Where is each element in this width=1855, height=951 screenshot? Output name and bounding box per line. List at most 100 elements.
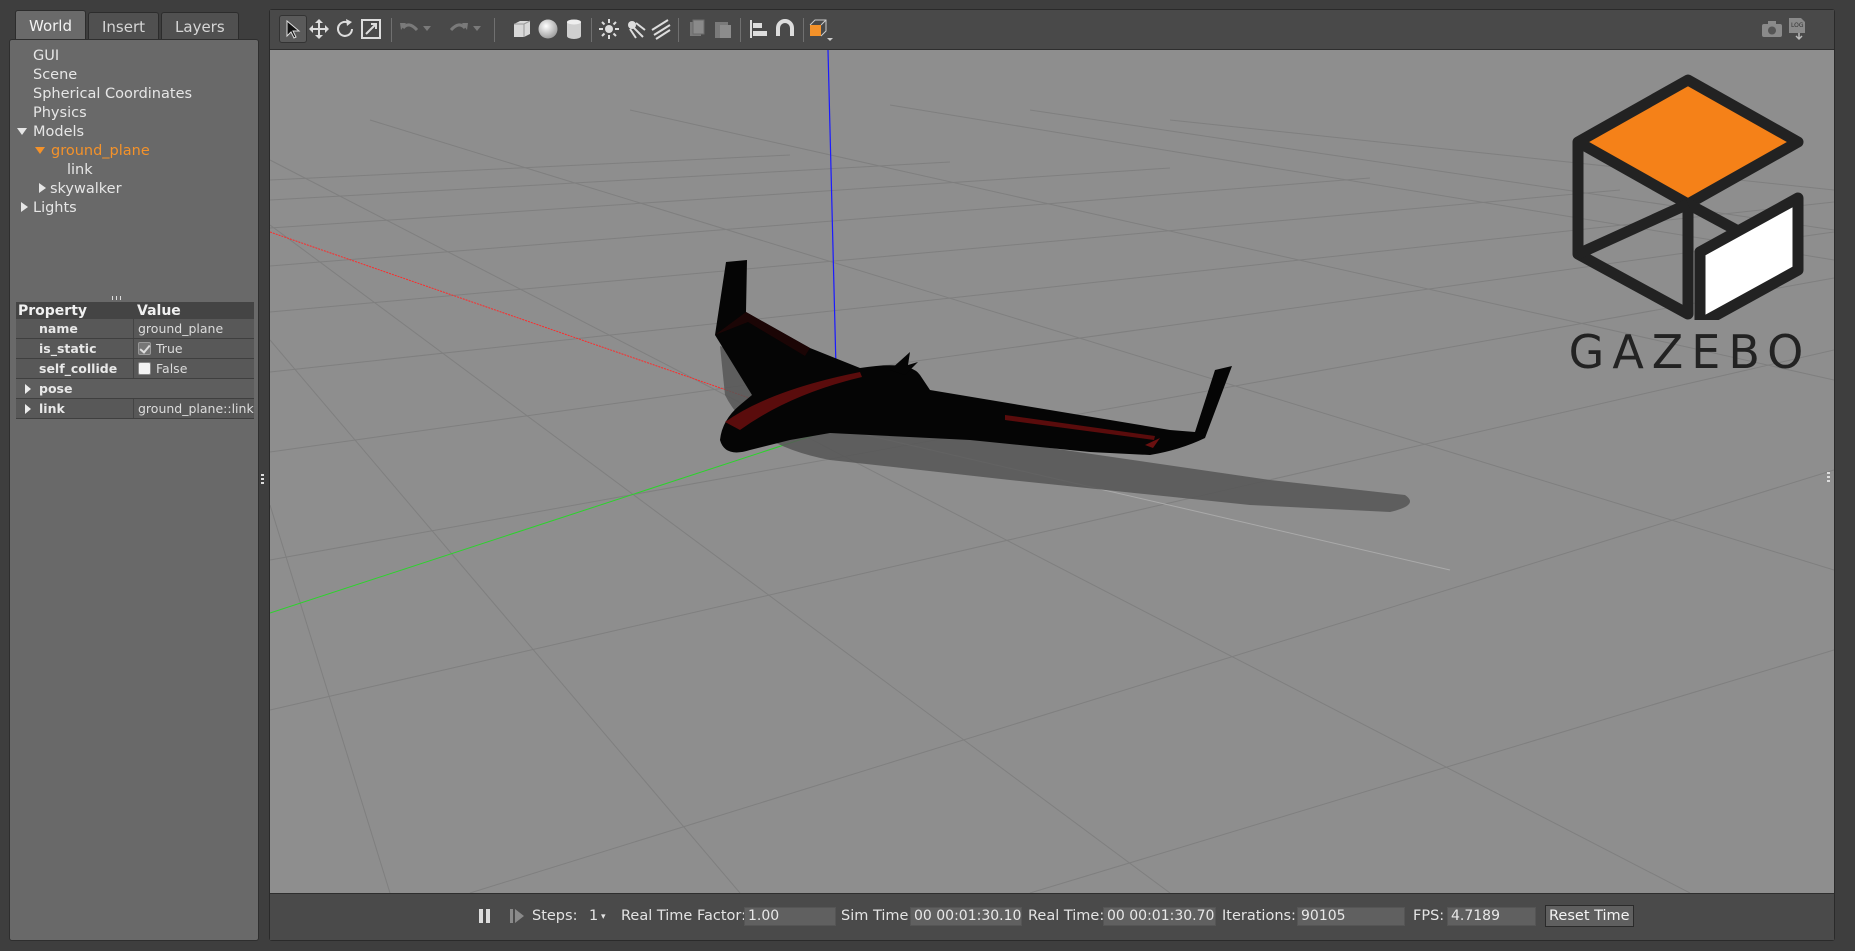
redo-dropdown-icon[interactable] (470, 15, 484, 43)
step-button[interactable] (503, 902, 531, 930)
left-tabs: World Insert Layers (15, 10, 239, 40)
property-label: is_static (16, 339, 134, 358)
toolbar: LOG (270, 10, 1834, 50)
scale-icon[interactable] (357, 15, 385, 43)
fps-value: 4.7189 (1447, 907, 1536, 926)
tab-world[interactable]: World (15, 10, 86, 40)
tree-item-label: Models (33, 123, 85, 140)
rtf-value: 1.00 (744, 907, 836, 926)
gazebo-logo-icon (1572, 74, 1804, 320)
step-icon (510, 909, 524, 923)
tree-item-label: Lights (33, 199, 77, 216)
property-row-name[interactable]: name ground_plane (16, 319, 254, 339)
toolbar-separator (803, 18, 804, 42)
left-panel-grip[interactable] (261, 474, 265, 486)
snap-magnet-icon[interactable] (771, 15, 799, 43)
screenshot-icon[interactable] (1758, 15, 1786, 43)
property-value-cell: False (134, 361, 187, 376)
collapse-arrow-icon[interactable] (21, 202, 28, 212)
tree-item-ground-plane[interactable]: ground_plane (10, 141, 258, 160)
align-icon[interactable] (745, 15, 773, 43)
tree-item-spherical-coordinates[interactable]: Spherical Coordinates (10, 84, 258, 103)
tree-item-label: ground_plane (51, 142, 150, 159)
fps-label: FPS: (1413, 908, 1445, 924)
property-row-self-collide[interactable]: self_collide False (16, 359, 254, 379)
cylinder-icon[interactable] (560, 15, 588, 43)
redo-icon[interactable] (445, 15, 473, 43)
copy-icon[interactable] (683, 15, 711, 43)
left-panel: World Insert Layers GUI Scene Spherical … (9, 10, 264, 941)
pause-button[interactable] (471, 902, 499, 930)
tree-item-label: Scene (33, 66, 78, 83)
directional-light-icon[interactable] (647, 15, 675, 43)
steps-spinner-icon[interactable]: ▾ (601, 912, 606, 922)
property-value: False (156, 361, 188, 376)
tree-item-label: Physics (33, 104, 87, 121)
property-value-cell: True (134, 341, 183, 356)
collapse-arrow-icon[interactable] (39, 183, 46, 193)
property-label: link (16, 399, 134, 418)
toolbar-separator (678, 18, 679, 42)
toolbar-separator (494, 18, 495, 42)
expand-arrow-icon[interactable] (25, 384, 31, 394)
tree-item-physics[interactable]: Physics (10, 103, 258, 122)
iterations-label: Iterations: (1222, 908, 1296, 924)
undo-dropdown-icon[interactable] (420, 15, 434, 43)
property-value: True (156, 341, 183, 356)
gazebo-window: World Insert Layers GUI Scene Spherical … (0, 0, 1855, 951)
tree-item-link[interactable]: link (10, 160, 258, 179)
point-light-icon[interactable] (595, 15, 623, 43)
toolbar-separator (740, 18, 741, 42)
box-icon[interactable] (508, 15, 536, 43)
self-collide-checkbox[interactable] (138, 362, 151, 375)
undo-icon[interactable] (395, 15, 423, 43)
rotate-icon[interactable] (331, 15, 359, 43)
3d-viewport[interactable]: GAZEBO (270, 50, 1834, 893)
expand-arrow-icon[interactable] (35, 147, 45, 154)
tab-layers[interactable]: Layers (161, 12, 239, 40)
reset-time-button[interactable]: Reset Time (1545, 905, 1634, 927)
select-arrow-icon[interactable] (279, 15, 307, 43)
main-panel: LOG GAZEBO Steps: 1 ▾ Real Time Factor: … (269, 9, 1835, 941)
status-bar: Steps: 1 ▾ Real Time Factor: 1.00 Sim Ti… (270, 893, 1834, 940)
property-row-link[interactable]: link ground_plane::link (16, 399, 254, 419)
pause-icon (479, 909, 490, 923)
steps-value[interactable]: 1 (589, 908, 598, 924)
real-time-label: Real Time: (1028, 908, 1105, 924)
sphere-icon[interactable] (534, 15, 562, 43)
skywalker-aircraft[interactable] (715, 260, 1232, 455)
view-angle-icon[interactable] (807, 15, 835, 43)
svg-text:LOG: LOG (1791, 22, 1804, 29)
tree-item-models[interactable]: Models (10, 122, 258, 141)
expand-arrow-icon[interactable] (17, 128, 27, 135)
property-table: Property Value name ground_plane is_stat… (16, 302, 254, 419)
property-value[interactable]: ground_plane (134, 321, 223, 336)
z-axis (827, 50, 837, 369)
gazebo-logo: GAZEBO (1560, 70, 1820, 390)
translate-icon[interactable] (305, 15, 333, 43)
sim-time-value: 00 00:01:30.105 (910, 907, 1022, 926)
log-icon[interactable]: LOG (1783, 15, 1811, 43)
tree-item-label: skywalker (50, 180, 122, 197)
header-value: Value (137, 302, 181, 319)
spot-light-icon[interactable] (621, 15, 649, 43)
is-static-checkbox[interactable] (138, 342, 151, 355)
tree-item-gui[interactable]: GUI (10, 46, 258, 65)
tree-item-scene[interactable]: Scene (10, 65, 258, 84)
rtf-label: Real Time Factor: (621, 908, 746, 924)
property-label: pose (39, 381, 73, 396)
tree-item-label: link (67, 161, 93, 178)
property-row-pose[interactable]: pose (16, 379, 254, 399)
tab-insert[interactable]: Insert (88, 12, 160, 40)
world-tree: GUI Scene Spherical Coordinates Physics … (10, 46, 258, 217)
tree-item-skywalker[interactable]: skywalker (10, 179, 258, 198)
y-axis (270, 427, 837, 614)
splitter-handle[interactable] (112, 296, 121, 300)
property-row-is-static[interactable]: is_static True (16, 339, 254, 359)
tree-item-lights[interactable]: Lights (10, 198, 258, 217)
paste-icon[interactable] (709, 15, 737, 43)
real-time-value: 00 00:01:30.703 (1103, 907, 1216, 926)
toolbar-separator (591, 18, 592, 42)
right-panel-grip[interactable] (1827, 472, 1831, 484)
expand-arrow-icon[interactable] (25, 404, 31, 414)
